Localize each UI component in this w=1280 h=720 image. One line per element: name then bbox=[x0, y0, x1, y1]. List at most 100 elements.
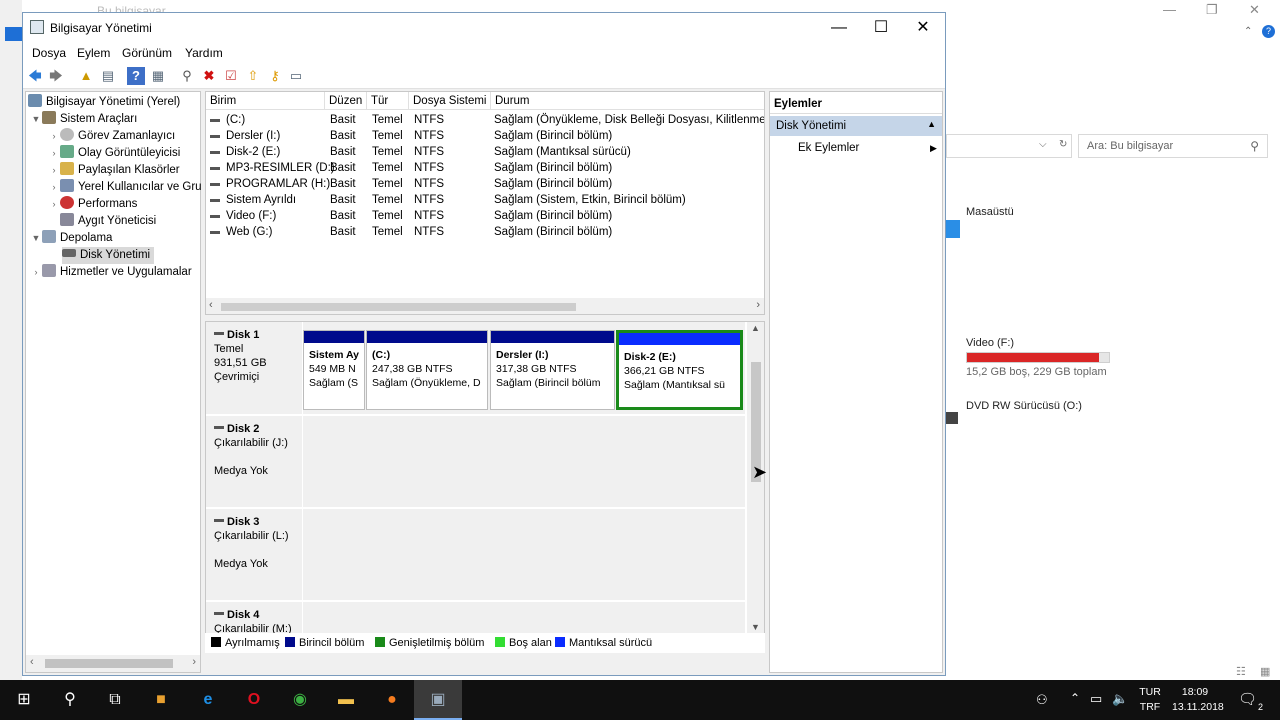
scroll-right-icon[interactable]: › bbox=[192, 656, 196, 668]
chevron-right-icon[interactable]: › bbox=[30, 264, 42, 281]
clock[interactable]: 18:09 13.11.2018 bbox=[1172, 685, 1224, 715]
close-button[interactable]: ✕ bbox=[901, 13, 945, 43]
volume-row[interactable]: Video (F:) Basit Temel NTFS Sağlam (Birincil… bbox=[206, 208, 764, 224]
tree-item-performans[interactable]: › Performans bbox=[48, 196, 137, 213]
delete-icon[interactable]: ✖ bbox=[200, 67, 218, 85]
col-birim[interactable]: Birim bbox=[206, 92, 325, 110]
menu-dosya[interactable]: Dosya bbox=[32, 46, 66, 60]
tree-item-paylasilan[interactable]: › Paylaşılan Klasörler bbox=[48, 162, 180, 179]
bg-close-icon[interactable]: ✕ bbox=[1249, 2, 1260, 18]
partition-c[interactable]: (C:) 247,38 GB NTFS Sağlam (Önyükleme, D bbox=[366, 330, 488, 410]
partition-sistem[interactable]: Sistem Ay 549 MB N Sağlam (S bbox=[303, 330, 365, 410]
scroll-up-icon[interactable]: ▲ bbox=[751, 323, 760, 333]
volume-row[interactable]: MP3-RESIMLER (D:) Basit Temel NTFS Sağlam (B… bbox=[206, 160, 764, 176]
scroll-left-icon[interactable]: ‹ bbox=[209, 299, 213, 311]
scroll-right-icon[interactable]: › bbox=[756, 299, 760, 311]
app-icon[interactable]: ■ bbox=[149, 688, 173, 712]
tree-horizontal-scrollbar[interactable]: ‹ › bbox=[26, 655, 200, 672]
chevron-right-icon[interactable]: › bbox=[48, 179, 60, 196]
opera-icon[interactable]: O bbox=[242, 688, 266, 712]
volume-row[interactable]: Sistem Ayrıldı Basit Temel NTFS Sağlam (Sist… bbox=[206, 192, 764, 208]
view-tiles-icon[interactable]: ▦ bbox=[1260, 665, 1270, 678]
actions-more-actions[interactable]: Ek Eylemler bbox=[798, 142, 859, 154]
minimize-button[interactable]: — bbox=[817, 13, 861, 43]
collapse-icon[interactable]: ▲ bbox=[927, 119, 936, 129]
show-hide-tree-icon[interactable]: ▤ bbox=[99, 67, 117, 85]
bg-minimize-icon[interactable]: — bbox=[1163, 2, 1176, 17]
chevron-up-icon[interactable]: ⌃ bbox=[1070, 691, 1080, 705]
menu-gorunum[interactable]: Görünüm bbox=[122, 46, 172, 60]
tree-item-olay[interactable]: › Olay Görüntüleyicisi bbox=[48, 145, 180, 162]
tree-item-hizmetler[interactable]: › Hizmetler ve Uygulamalar bbox=[30, 264, 192, 281]
bg-item-desktop[interactable]: Masaüstü bbox=[966, 206, 1014, 218]
chevron-right-icon[interactable]: › bbox=[48, 128, 60, 145]
forward-icon[interactable]: 🡆 bbox=[47, 67, 65, 85]
scrollbar-thumb[interactable] bbox=[45, 659, 173, 668]
disk3-label[interactable]: Disk 3 Çıkarılabilir (L:) Medya Yok bbox=[206, 509, 302, 601]
disk2-label[interactable]: Disk 2 Çıkarılabilir (J:) Medya Yok bbox=[206, 416, 302, 508]
bg-address-bar[interactable]: ⌵ ↻ bbox=[946, 134, 1072, 158]
export-icon[interactable]: ⇧ bbox=[244, 67, 262, 85]
chevron-down-icon[interactable]: ▼ bbox=[30, 230, 42, 247]
chrome-icon[interactable]: ◉ bbox=[288, 688, 312, 712]
volume-icon[interactable]: 🔈 bbox=[1112, 691, 1128, 707]
notification-icon[interactable]: 🗨 bbox=[1238, 690, 1257, 708]
bg-item-video-drive[interactable]: Video (F:) bbox=[966, 337, 1014, 349]
volume-row[interactable]: PROGRAMLAR (H:) Basit Temel NTFS Sağlam (Bir… bbox=[206, 176, 764, 192]
task-view-icon[interactable]: ⧉ bbox=[103, 688, 127, 712]
taskbar-active-app[interactable]: ▣ bbox=[414, 680, 462, 720]
view-details-icon[interactable]: ☷ bbox=[1236, 665, 1246, 678]
check-icon[interactable]: ☑ bbox=[222, 67, 240, 85]
help-toolbar-icon[interactable]: ? bbox=[127, 67, 145, 85]
back-icon[interactable]: 🡄 bbox=[26, 67, 44, 85]
chevron-down-icon[interactable]: ▼ bbox=[30, 111, 42, 128]
search-folder-icon[interactable]: ⚷ bbox=[266, 67, 284, 85]
file-explorer-icon[interactable]: ▬ bbox=[334, 688, 358, 712]
scroll-down-icon[interactable]: ▼ bbox=[751, 622, 760, 632]
disk1-label[interactable]: Disk 1 Temel 931,51 GB Çevrimiçi bbox=[206, 322, 302, 415]
tree-item-sistem-araclari[interactable]: ▼ Sistem Araçları bbox=[30, 111, 137, 128]
menu-yardim[interactable]: Yardım bbox=[185, 46, 223, 60]
network-icon[interactable]: ▭ bbox=[1090, 691, 1102, 707]
volume-row[interactable]: Web (G:) Basit Temel NTFS Sağlam (Birincil b… bbox=[206, 224, 764, 240]
tree-item-depolama[interactable]: ▼ Depolama bbox=[30, 230, 112, 247]
edge-icon[interactable]: e bbox=[196, 688, 220, 712]
connect-icon[interactable]: ⚲ bbox=[178, 67, 196, 85]
up-folder-icon[interactable]: ▲ bbox=[77, 67, 95, 85]
chevron-right-icon[interactable]: › bbox=[48, 145, 60, 162]
bg-item-dvd[interactable]: DVD RW Sürücüsü (O:) bbox=[966, 400, 1082, 412]
tree-item-gorev[interactable]: › Görev Zamanlayıcı bbox=[48, 128, 175, 145]
actions-group-disk-management[interactable]: Disk Yönetimi ▲ bbox=[770, 116, 942, 136]
partition-dersler[interactable]: Dersler (I:) 317,38 GB NTFS Sağlam (Birinc… bbox=[490, 330, 615, 410]
bg-chevron-up-icon[interactable]: ⌃ bbox=[1244, 26, 1252, 37]
settings-icon[interactable]: ▭ bbox=[287, 67, 305, 85]
tree-item-yerel-kullanicilar[interactable]: › Yerel Kullanıcılar ve Gru bbox=[48, 179, 202, 196]
scrollbar-thumb[interactable] bbox=[221, 303, 576, 311]
properties-icon[interactable]: ▦ bbox=[149, 67, 167, 85]
volume-horizontal-scrollbar[interactable]: ‹ › bbox=[206, 298, 764, 314]
firefox-icon[interactable]: ● bbox=[380, 688, 404, 712]
chevron-right-icon[interactable]: › bbox=[48, 162, 60, 179]
bg-maximize-icon[interactable]: ❐ bbox=[1206, 2, 1218, 18]
people-icon[interactable]: ⚇ bbox=[1036, 692, 1048, 708]
col-durum[interactable]: Durum bbox=[491, 92, 764, 110]
menu-eylem[interactable]: Eylem bbox=[77, 46, 110, 60]
volume-row[interactable]: Dersler (I:) Basit Temel NTFS Sağlam (Birinc… bbox=[206, 128, 764, 144]
col-dosya-sistemi[interactable]: Dosya Sistemi bbox=[409, 92, 491, 110]
tree-root[interactable]: Bilgisayar Yönetimi (Yerel) bbox=[28, 94, 180, 111]
partition-disk2-e[interactable]: Disk-2 (E:) 366,21 GB NTFS Sağlam (Mantıks… bbox=[616, 330, 743, 410]
windows-start-icon[interactable]: ⊞ bbox=[12, 688, 36, 712]
volume-row[interactable]: (C:) Basit Temel NTFS Sağlam (Önyükleme, Dis… bbox=[206, 112, 764, 128]
bg-search-input[interactable]: Ara: Bu bilgisayar ⚲ bbox=[1078, 134, 1268, 158]
language-indicator[interactable]: TUR TRF bbox=[1128, 685, 1172, 715]
col-duzen[interactable]: Düzen bbox=[325, 92, 367, 110]
refresh-icon[interactable]: ↻ bbox=[1059, 139, 1067, 150]
scroll-left-icon[interactable]: ‹ bbox=[30, 656, 34, 668]
chevron-right-icon[interactable]: › bbox=[48, 196, 60, 213]
search-icon[interactable]: ⚲ bbox=[58, 688, 82, 712]
col-tur[interactable]: Tür bbox=[367, 92, 409, 110]
maximize-button[interactable]: ☐ bbox=[859, 13, 903, 43]
volume-row[interactable]: Disk-2 (E:) Basit Temel NTFS Sağlam (Mantıks… bbox=[206, 144, 764, 160]
tree-item-aygit[interactable]: Aygıt Yöneticisi bbox=[48, 213, 156, 230]
chevron-down-icon[interactable]: ⌵ bbox=[1039, 139, 1047, 150]
